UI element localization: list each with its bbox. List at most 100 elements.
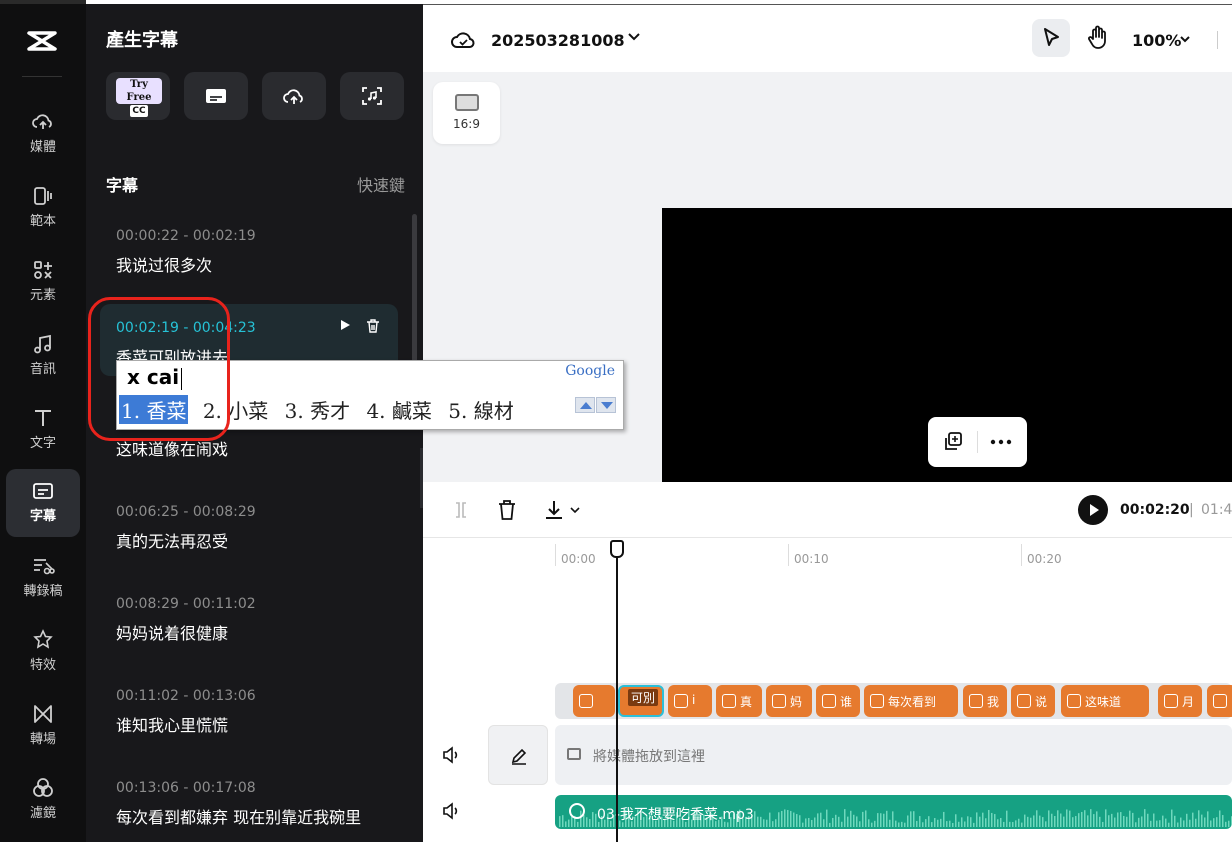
rail-item-audio[interactable]: 音訊 [6,322,80,390]
chevron-down-icon[interactable] [1179,33,1191,45]
subtitle-clip[interactable]: i [668,685,712,717]
waveform-bar [1120,812,1122,827]
subtitle-clip[interactable]: 谁 [816,685,860,717]
auto-caption-button[interactable]: Try Free CC [106,72,170,120]
subtitle-clip-selected[interactable]: 可別 [618,685,664,717]
waveform-bar [1144,809,1146,827]
waveform-bar [835,814,837,827]
waveform-bar [811,819,813,827]
subtitle-clip[interactable]: 妈 [766,685,812,717]
subtitle-clip[interactable]: 这味道 [1061,685,1149,717]
ime-candidate[interactable]: 4. 鹹菜 [364,395,433,424]
waveform-bar [775,819,777,827]
duplicate-icon[interactable] [942,431,964,453]
caption-clip-icon [772,694,786,708]
rail-item-filters[interactable]: 濾鏡 [6,766,80,834]
rail-item-subtitles[interactable]: 字幕 [6,469,80,537]
subtitle-clip[interactable]: 说 [1011,685,1055,717]
rail-item-transcript[interactable]: 轉錄稿 [6,544,80,612]
subtitle-clip[interactable]: 每次看到 [864,685,958,717]
waveform-bar [562,815,564,827]
subtitle-text[interactable]: 谁知我心里慌慌 [116,712,228,736]
timeline[interactable]: 00:00 00:10 00:20 可別 i 真 妈 谁 每次看到 我 说 这味… [423,538,1232,842]
rail-item-text[interactable]: 文字 [6,396,80,464]
ime-candidate[interactable]: 5. 線材 [446,395,515,424]
waveform-bar [898,822,900,827]
subtitle-clip[interactable]: 月 [1158,685,1202,717]
download-icon[interactable] [543,499,565,521]
subtitle-clip[interactable]: 我 [963,685,1007,717]
volume-icon[interactable] [441,801,461,821]
waveform-bar [1069,810,1071,827]
subtitle-item[interactable]: 00:00:22 - 00:02:19 我说过很多次 [100,212,398,284]
rail-item-effects[interactable]: 特效 [6,618,80,686]
caption-clip-icon [870,694,884,708]
manual-subtitle-button[interactable] [184,72,248,120]
audio-track[interactable]: 03-我不想要吃香菜.mp3 [555,795,1232,829]
subtitle-text[interactable]: 每次看到都嫌弃 现在别靠近我碗里 [116,804,361,828]
play-button[interactable] [1078,495,1108,525]
capcut-logo-icon[interactable] [24,28,60,58]
subtitle-clip[interactable] [1207,685,1232,717]
rail-item-transitions[interactable]: 轉場 [6,692,80,760]
waveform-bar [886,810,888,827]
ime-candidate-selected[interactable]: 1. 香菜 [119,395,189,424]
waveform-bar [1018,818,1020,827]
split-icon[interactable] [451,500,471,520]
page-up-icon[interactable] [575,397,595,413]
subtitle-item[interactable]: 00:11:02 - 00:13:06 谁知我心里慌慌 [100,672,398,744]
cursor-icon [1044,28,1059,46]
hand-tool-button[interactable] [1079,19,1117,57]
ime-candidate[interactable]: 3. 秀才 [283,395,352,424]
trash-icon[interactable] [497,499,517,521]
cloud-sync-icon[interactable] [451,29,475,51]
waveform-bar [991,812,993,827]
waveform-bar [1048,810,1050,827]
volume-icon[interactable] [441,745,461,765]
waveform-bar [1165,818,1167,827]
hand-icon [1088,25,1106,49]
shortcut-keys-link[interactable]: 快速鍵 [357,172,405,196]
subtitle-text[interactable]: 这味道像在闹戏 [116,436,228,460]
subtitle-item[interactable]: 00:08:29 - 00:11:02 妈妈说着很健康 [100,580,398,652]
edit-cover-button[interactable] [488,725,548,785]
cloud-upload-icon [283,89,303,104]
subtitle-time: 00:06:25 - 00:08:29 [116,504,256,520]
waveform-bar [754,811,756,827]
play-icon[interactable] [338,318,352,332]
waveform-bar [847,816,849,827]
page-down-icon[interactable] [596,397,616,413]
waveform-bar [877,813,879,827]
rail-item-media[interactable]: 媒體 [6,100,80,168]
caption-clip-icon [579,694,593,708]
ime-candidate[interactable]: 2. 小菜 [201,395,270,424]
rail-item-elements[interactable]: 元素 [6,248,80,316]
subtitle-text[interactable]: 我说过很多次 [116,252,212,276]
subtitle-item[interactable]: 00:13:06 - 00:17:08 每次看到都嫌弃 现在别靠近我碗里 [100,764,398,836]
trash-icon[interactable] [366,318,380,334]
more-options-icon[interactable] [990,439,1012,445]
project-name[interactable]: 202503281008 [491,31,625,50]
waveform-bar [592,812,594,827]
waveform-bar [1213,818,1215,827]
aspect-ratio-button[interactable]: 16:9 [433,82,500,144]
upload-subtitle-button[interactable] [262,72,326,120]
lyrics-recognition-button[interactable] [340,72,404,120]
zoom-level[interactable]: 100% [1132,31,1181,50]
ruler-label: 00:10 [794,552,829,566]
media-drop-zone[interactable]: 將媒體拖放到這裡 [555,725,1232,785]
subtitle-clip[interactable]: 真 [716,685,762,717]
select-tool-button[interactable] [1032,19,1070,57]
chevron-down-icon[interactable] [569,505,581,515]
chevron-down-icon[interactable] [627,29,641,43]
subtitle-clip[interactable] [573,685,615,717]
subtitle-text[interactable]: 妈妈说着很健康 [116,620,228,644]
waveform-bar [1162,815,1164,827]
waveform-bar [1099,816,1101,827]
subtitle-text[interactable]: 真的无法再忍受 [116,528,228,552]
waveform-bar [1156,820,1158,827]
subtitle-item[interactable]: 00:06:25 - 00:08:29 真的无法再忍受 [100,488,398,560]
playhead-handle[interactable] [610,540,624,558]
rail-item-templates[interactable]: 範本 [6,174,80,242]
waveform-bar [787,810,789,827]
